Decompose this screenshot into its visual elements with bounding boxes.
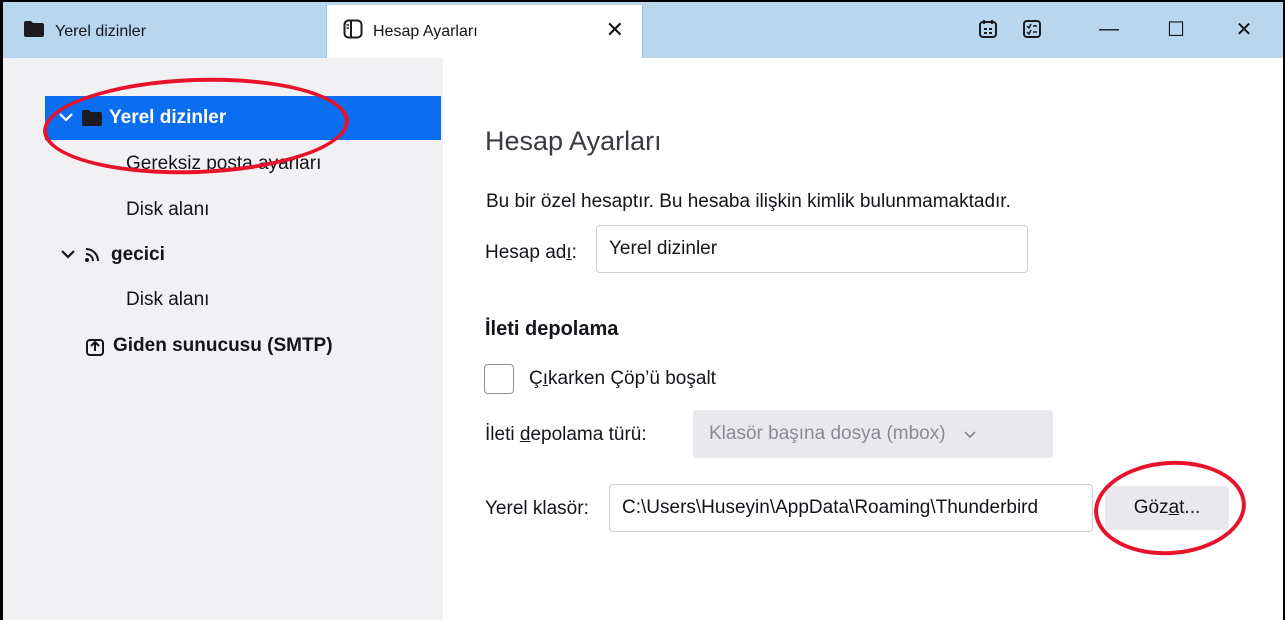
tree-item-disk-space[interactable]: Disk alanı [126, 278, 209, 322]
tree-item-label: Disk alanı [126, 289, 210, 310]
tab-close-icon[interactable]: ✕ [606, 17, 624, 43]
tree-item-label: Giden sunucusu (SMTP) [113, 335, 333, 356]
calendar-icon[interactable] [973, 14, 1003, 44]
tab-bar: Yerel dizinler Hesap Ayarları ✕ — ☐ ✕ [3, 2, 1283, 58]
storage-type-select: Klasör başına dosya (mbox) [693, 410, 1053, 458]
folder-icon [23, 20, 45, 43]
account-name-label: Hesap adı: [485, 242, 577, 263]
identity-info-text: Bu bir özel hesaptır. Bu hesaba ilişkin … [486, 191, 1011, 212]
tasks-icon[interactable] [1017, 14, 1047, 44]
tree-item-gecici[interactable]: gecici [61, 233, 165, 277]
local-folder-label: Yerel klasör: [485, 498, 589, 519]
tab-account-settings[interactable]: Hesap Ayarları ✕ [326, 5, 643, 58]
tree-item-local-folders[interactable]: Yerel dizinler [45, 96, 441, 140]
message-storage-heading: İleti depolama [485, 318, 619, 340]
account-tree: Yerel dizinler Gereksiz posta ayarları D… [3, 58, 443, 620]
chevron-down-icon[interactable] [61, 246, 79, 264]
tab-local-folders[interactable]: Yerel dizinler [3, 5, 325, 58]
tree-item-disk-space[interactable]: Disk alanı [126, 188, 209, 232]
storage-type-value: Klasör başına dosya (mbox) [709, 423, 946, 444]
close-window-button[interactable]: ✕ [1221, 12, 1267, 46]
maximize-button[interactable]: ☐ [1153, 12, 1199, 46]
browse-button[interactable]: Göz a t... [1105, 486, 1229, 530]
tree-item-label: Disk alanı [126, 199, 210, 220]
chevron-down-icon[interactable] [59, 109, 77, 127]
page-title: Hesap Ayarları [485, 126, 662, 156]
tree-item-smtp[interactable]: Giden sunucusu (SMTP) [85, 324, 333, 368]
tree-item-label: Yerel dizinler [109, 107, 227, 128]
app-window: Yerel dizinler Hesap Ayarları ✕ — ☐ ✕ Ye… [0, 0, 1285, 620]
minimize-button[interactable]: — [1086, 12, 1132, 46]
tab-label: Hesap Ayarları [373, 22, 478, 40]
local-folder-input[interactable] [609, 484, 1093, 532]
tree-item-label: Gereksiz posta ayarları [126, 153, 322, 174]
empty-trash-checkbox[interactable] [484, 364, 514, 394]
settings-page-icon [343, 19, 363, 44]
tree-item-label: gecici [111, 244, 165, 265]
folder-icon [81, 109, 103, 127]
storage-type-label: İleti depolama türü: [485, 424, 647, 445]
tree-item-junk-settings[interactable]: Gereksiz posta ayarları [126, 142, 321, 186]
rss-feed-icon [83, 246, 105, 264]
account-settings-panel: Hesap Ayarları Bu bir özel hesaptır. Bu … [443, 58, 1283, 620]
account-name-input[interactable] [596, 225, 1028, 273]
tab-label: Yerel dizinler [55, 22, 147, 40]
chevron-down-icon [963, 426, 976, 442]
empty-trash-label[interactable]: Çıkarken Çöp’ü boşalt [529, 368, 716, 390]
outbox-icon [85, 337, 107, 356]
